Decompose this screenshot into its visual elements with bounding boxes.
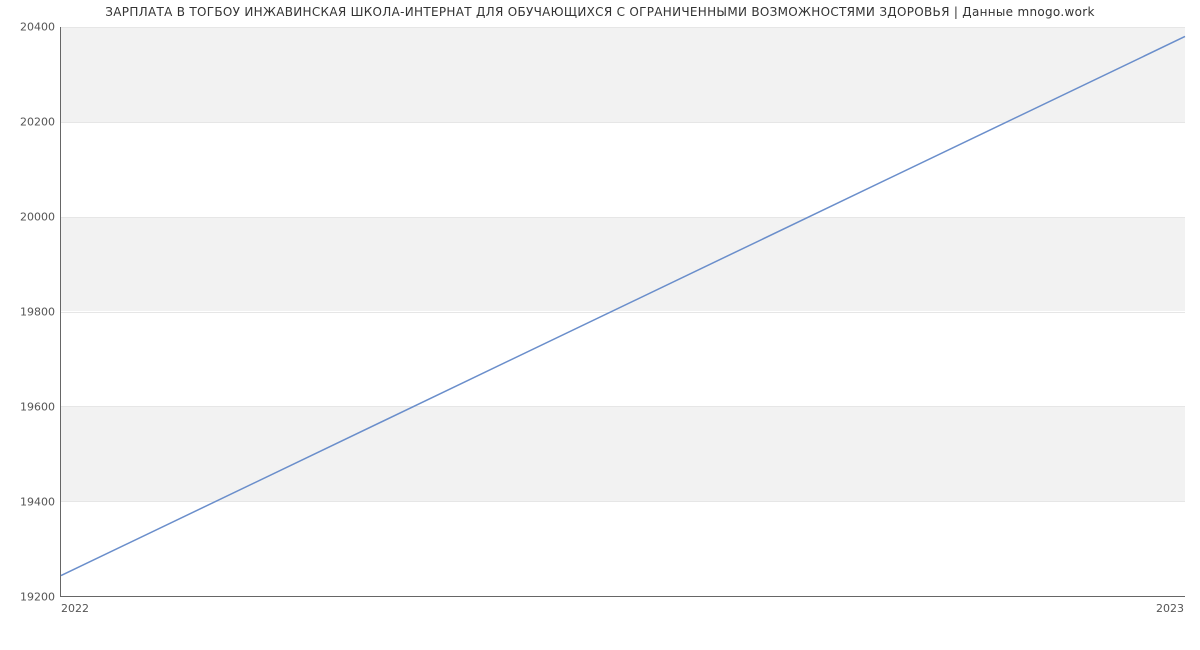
series-line <box>61 36 1185 575</box>
y-tick-label: 20400 <box>5 21 55 34</box>
chart-title: ЗАРПЛАТА В ТОГБОУ ИНЖАВИНСКАЯ ШКОЛА-ИНТЕ… <box>0 5 1200 19</box>
chart-container: ЗАРПЛАТА В ТОГБОУ ИНЖАВИНСКАЯ ШКОЛА-ИНТЕ… <box>0 0 1200 650</box>
y-tick-label: 19600 <box>5 401 55 414</box>
y-tick-label: 19200 <box>5 591 55 604</box>
series-line-layer <box>61 27 1185 596</box>
x-tick-label: 2022 <box>61 602 89 615</box>
y-tick-label: 20000 <box>5 211 55 224</box>
x-tick-label: 2023 <box>1156 602 1184 615</box>
plot-area <box>60 27 1185 597</box>
y-tick-label: 19400 <box>5 496 55 509</box>
y-tick-label: 20200 <box>5 116 55 129</box>
y-tick-label: 19800 <box>5 306 55 319</box>
